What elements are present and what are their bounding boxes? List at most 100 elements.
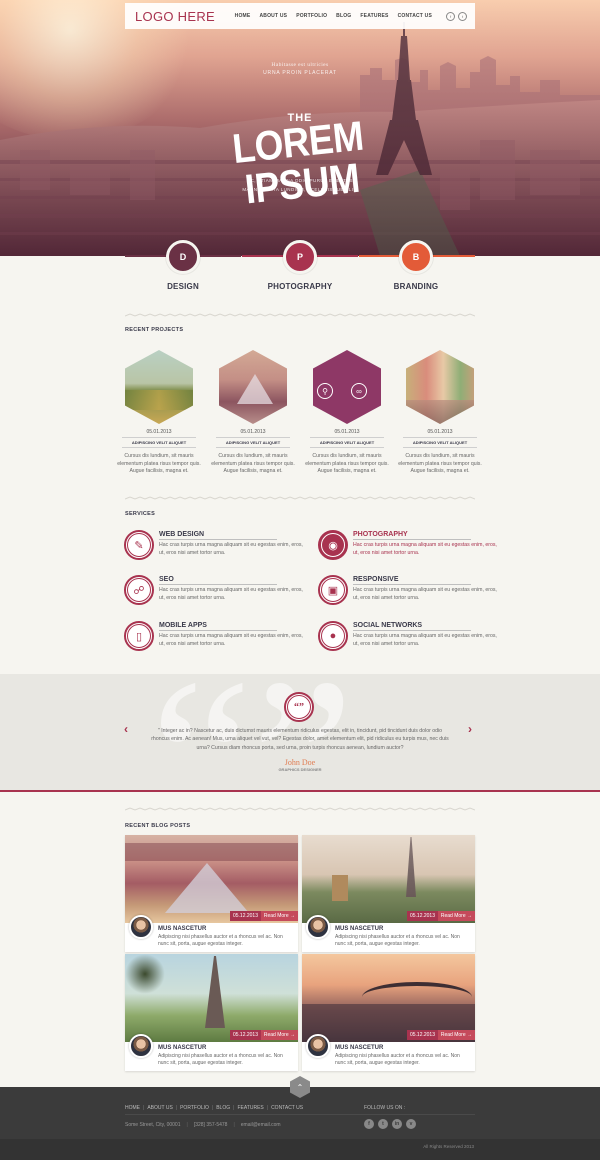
testimonial-bottom-line — [0, 790, 600, 792]
service-description: Hac cras turpis urna magna aliquam sit e… — [159, 587, 303, 601]
blog-post-title[interactable]: MUS NASCETUR — [335, 926, 383, 932]
project-image-hover: ⚲ ∞ — [313, 350, 381, 424]
globe-icon: ☍ — [124, 575, 154, 605]
phone-icon: ▯ — [124, 621, 154, 651]
vimeo-icon[interactable]: v — [406, 1119, 416, 1129]
blog-post-image — [125, 954, 298, 1042]
nav-portfolio[interactable]: PORTFOLIO — [296, 13, 327, 19]
blog-post-title[interactable]: MUS NASCETUR — [158, 926, 206, 932]
read-more-button[interactable]: Read More → — [437, 1030, 475, 1040]
blog-post-card[interactable]: 05.12.2013 Read More → MUS NASCETUR Adip… — [302, 835, 475, 952]
blog-post-card[interactable]: 05.12.2013 Read More → MUS NASCETUR Adip… — [125, 835, 298, 952]
blog-post-excerpt: Adipiscing nisi phasellus auctor et a rh… — [158, 934, 283, 947]
author-avatar — [306, 1034, 330, 1058]
nav-contact-us[interactable]: CONTACT US — [398, 13, 432, 19]
service-social-networks[interactable]: ● SOCIAL NETWORKS Hac cras turpis urna m… — [318, 621, 497, 655]
feature-design[interactable]: D DESIGN — [123, 240, 243, 291]
project-description: Cursus dis lundium, sit mauris elementum… — [117, 453, 201, 475]
facebook-icon[interactable]: f — [446, 11, 455, 21]
read-more-button[interactable]: Read More → — [437, 911, 475, 921]
feature-photography-circle: P — [283, 240, 317, 274]
hero-welcome-line1: Habitasse est ultricies — [271, 62, 329, 68]
project-date: 05.01.2013 — [240, 429, 266, 435]
hero-banner: LOGO HERE HOME ABOUT US PORTFOLIO BLOG F… — [0, 0, 600, 256]
hero-welcome-line2: URNA PROIN PLACERAT — [263, 70, 337, 76]
footer-nav-portfolio[interactable]: PORTFOLIO — [180, 1105, 209, 1111]
link-icon[interactable]: ∞ — [351, 383, 367, 399]
camera-icon: ◉ — [318, 530, 348, 560]
read-more-button[interactable]: Read More → — [260, 1030, 298, 1040]
monitor-icon: ▣ — [318, 575, 348, 605]
project-description: Cursus dis lundium, sit mauris elementum… — [398, 453, 482, 475]
service-mobile-apps[interactable]: ▯ MOBILE APPS Hac cras turpis urna magna… — [124, 621, 303, 655]
blog-post-title[interactable]: MUS NASCETUR — [335, 1045, 383, 1051]
next-arrow-icon[interactable]: › — [468, 722, 472, 736]
blog-post-card[interactable]: 05.12.2013 Read More → MUS NASCETUR Adip… — [125, 954, 298, 1071]
service-description: Hac cras turpis urna magna aliquam sit e… — [353, 633, 497, 647]
footer-email[interactable]: email@email.com — [241, 1122, 281, 1128]
top-navigation-bar: LOGO HERE HOME ABOUT US PORTFOLIO BLOG F… — [125, 3, 475, 29]
testimonial-quote: " Integer ac in? Nascetur ac, duis dictu… — [151, 728, 449, 751]
twitter-icon[interactable]: t — [458, 11, 467, 21]
prev-arrow-icon[interactable]: ‹ — [124, 722, 128, 736]
nav-home[interactable]: HOME — [235, 13, 251, 19]
nav-blog[interactable]: BLOG — [336, 13, 351, 19]
service-seo[interactable]: ☍ SEO Hac cras turpis urna magna aliquam… — [124, 575, 303, 609]
feature-photography[interactable]: P PHOTOGRAPHY — [240, 240, 360, 291]
services-title: SERVICES — [125, 511, 156, 517]
footer-nav-contact-us[interactable]: CONTACT US — [271, 1105, 303, 1111]
project-description: Cursus dis lundium, sit mauris elementum… — [211, 453, 295, 475]
service-title: MOBILE APPS — [159, 622, 277, 631]
nav-features[interactable]: FEATURES — [360, 13, 388, 19]
blog-post-excerpt: Adipiscing nisi phasellus auctor et a rh… — [335, 1053, 460, 1066]
twitter-icon[interactable]: t — [378, 1119, 388, 1129]
service-responsive[interactable]: ▣ RESPONSIVE Hac cras turpis urna magna … — [318, 575, 497, 609]
header-socials: f t — [446, 11, 467, 21]
recent-projects-title: RECENT PROJECTS — [125, 327, 184, 333]
read-more-button[interactable]: Read More → — [260, 911, 298, 921]
project-title[interactable]: ADIPISCING VELIT ALIQUET — [403, 437, 477, 448]
service-web-design[interactable]: ✎ WEB DESIGN Hac cras turpis urna magna … — [124, 530, 303, 564]
project-card[interactable]: ⚲ ∞ 05.01.2013 ADIPISCING VELIT ALIQUET … — [305, 350, 389, 476]
project-card[interactable]: 05.01.2013 ADIPISCING VELIT ALIQUET Curs… — [117, 350, 201, 476]
project-card[interactable]: 05.01.2013 ADIPISCING VELIT ALIQUET Curs… — [211, 350, 295, 476]
author-avatar — [306, 915, 330, 939]
footer-nav-blog[interactable]: BLOG — [216, 1105, 230, 1111]
nav-about-us[interactable]: ABOUT US — [259, 13, 287, 19]
blog-post-excerpt: Adipiscing nisi phasellus auctor et a rh… — [335, 934, 460, 947]
feature-design-circle: D — [166, 240, 200, 274]
facebook-icon[interactable]: f — [364, 1119, 374, 1129]
chat-icon: ● — [318, 621, 348, 651]
brush-icon: ✎ — [124, 530, 154, 560]
linkedin-icon[interactable]: in — [392, 1119, 402, 1129]
divider-zigzag — [125, 807, 475, 811]
project-title[interactable]: ADIPISCING VELIT ALIQUET — [310, 437, 384, 448]
footer-address: Some Street, City, 00001 — [125, 1122, 181, 1128]
hero-subtitle-line2: MAGNA PORTA LUNDIUM, SCELERISQUE ELIT. — [242, 187, 358, 192]
blog-post-title[interactable]: MUS NASCETUR — [158, 1045, 206, 1051]
feature-branding[interactable]: B BRANDING — [356, 240, 476, 291]
footer-divider — [125, 1114, 475, 1115]
testimonial-section: “” “” ‹ › " Integer ac in? Nascetur ac, … — [0, 674, 600, 790]
footer-nav-features[interactable]: FEATURES — [237, 1105, 263, 1111]
footer-nav-about-us[interactable]: ABOUT US — [147, 1105, 172, 1111]
footer-nav: HOME | ABOUT US | PORTFOLIO | BLOG | FEATURE… — [125, 1105, 304, 1111]
feature-design-label: DESIGN — [167, 282, 199, 291]
logo[interactable]: LOGO HERE — [135, 9, 215, 24]
footer-nav-home[interactable]: HOME — [125, 1105, 140, 1111]
blog-post-date: 05.12.2013 — [229, 1030, 261, 1040]
project-date: 05.01.2013 — [146, 429, 172, 435]
project-card[interactable]: 05.01.2013 ADIPISCING VELIT ALIQUET Curs… — [398, 350, 482, 476]
project-title[interactable]: ADIPISCING VELIT ALIQUET — [216, 437, 290, 448]
zoom-icon[interactable]: ⚲ — [317, 383, 333, 399]
divider-zigzag — [125, 313, 475, 317]
service-photography[interactable]: ◉ PHOTOGRAPHY Hac cras turpis urna magna… — [318, 530, 497, 564]
recent-blog-posts-title: RECENT BLOG POSTS — [125, 823, 191, 829]
copyright: All Rights Reserved 2013 — [423, 1144, 474, 1149]
service-description: Hac cras turpis urna magna aliquam sit e… — [353, 542, 497, 556]
feature-photography-label: PHOTOGRAPHY — [267, 282, 333, 291]
blog-post-card[interactable]: 05.12.2013 Read More → MUS NASCETUR Adip… — [302, 954, 475, 1071]
project-title[interactable]: ADIPISCING VELIT ALIQUET — [122, 437, 196, 448]
footer-bottom-bar — [0, 1139, 600, 1160]
footer-contact: Some Street, City, 00001 | [328] 357-547… — [125, 1122, 281, 1128]
